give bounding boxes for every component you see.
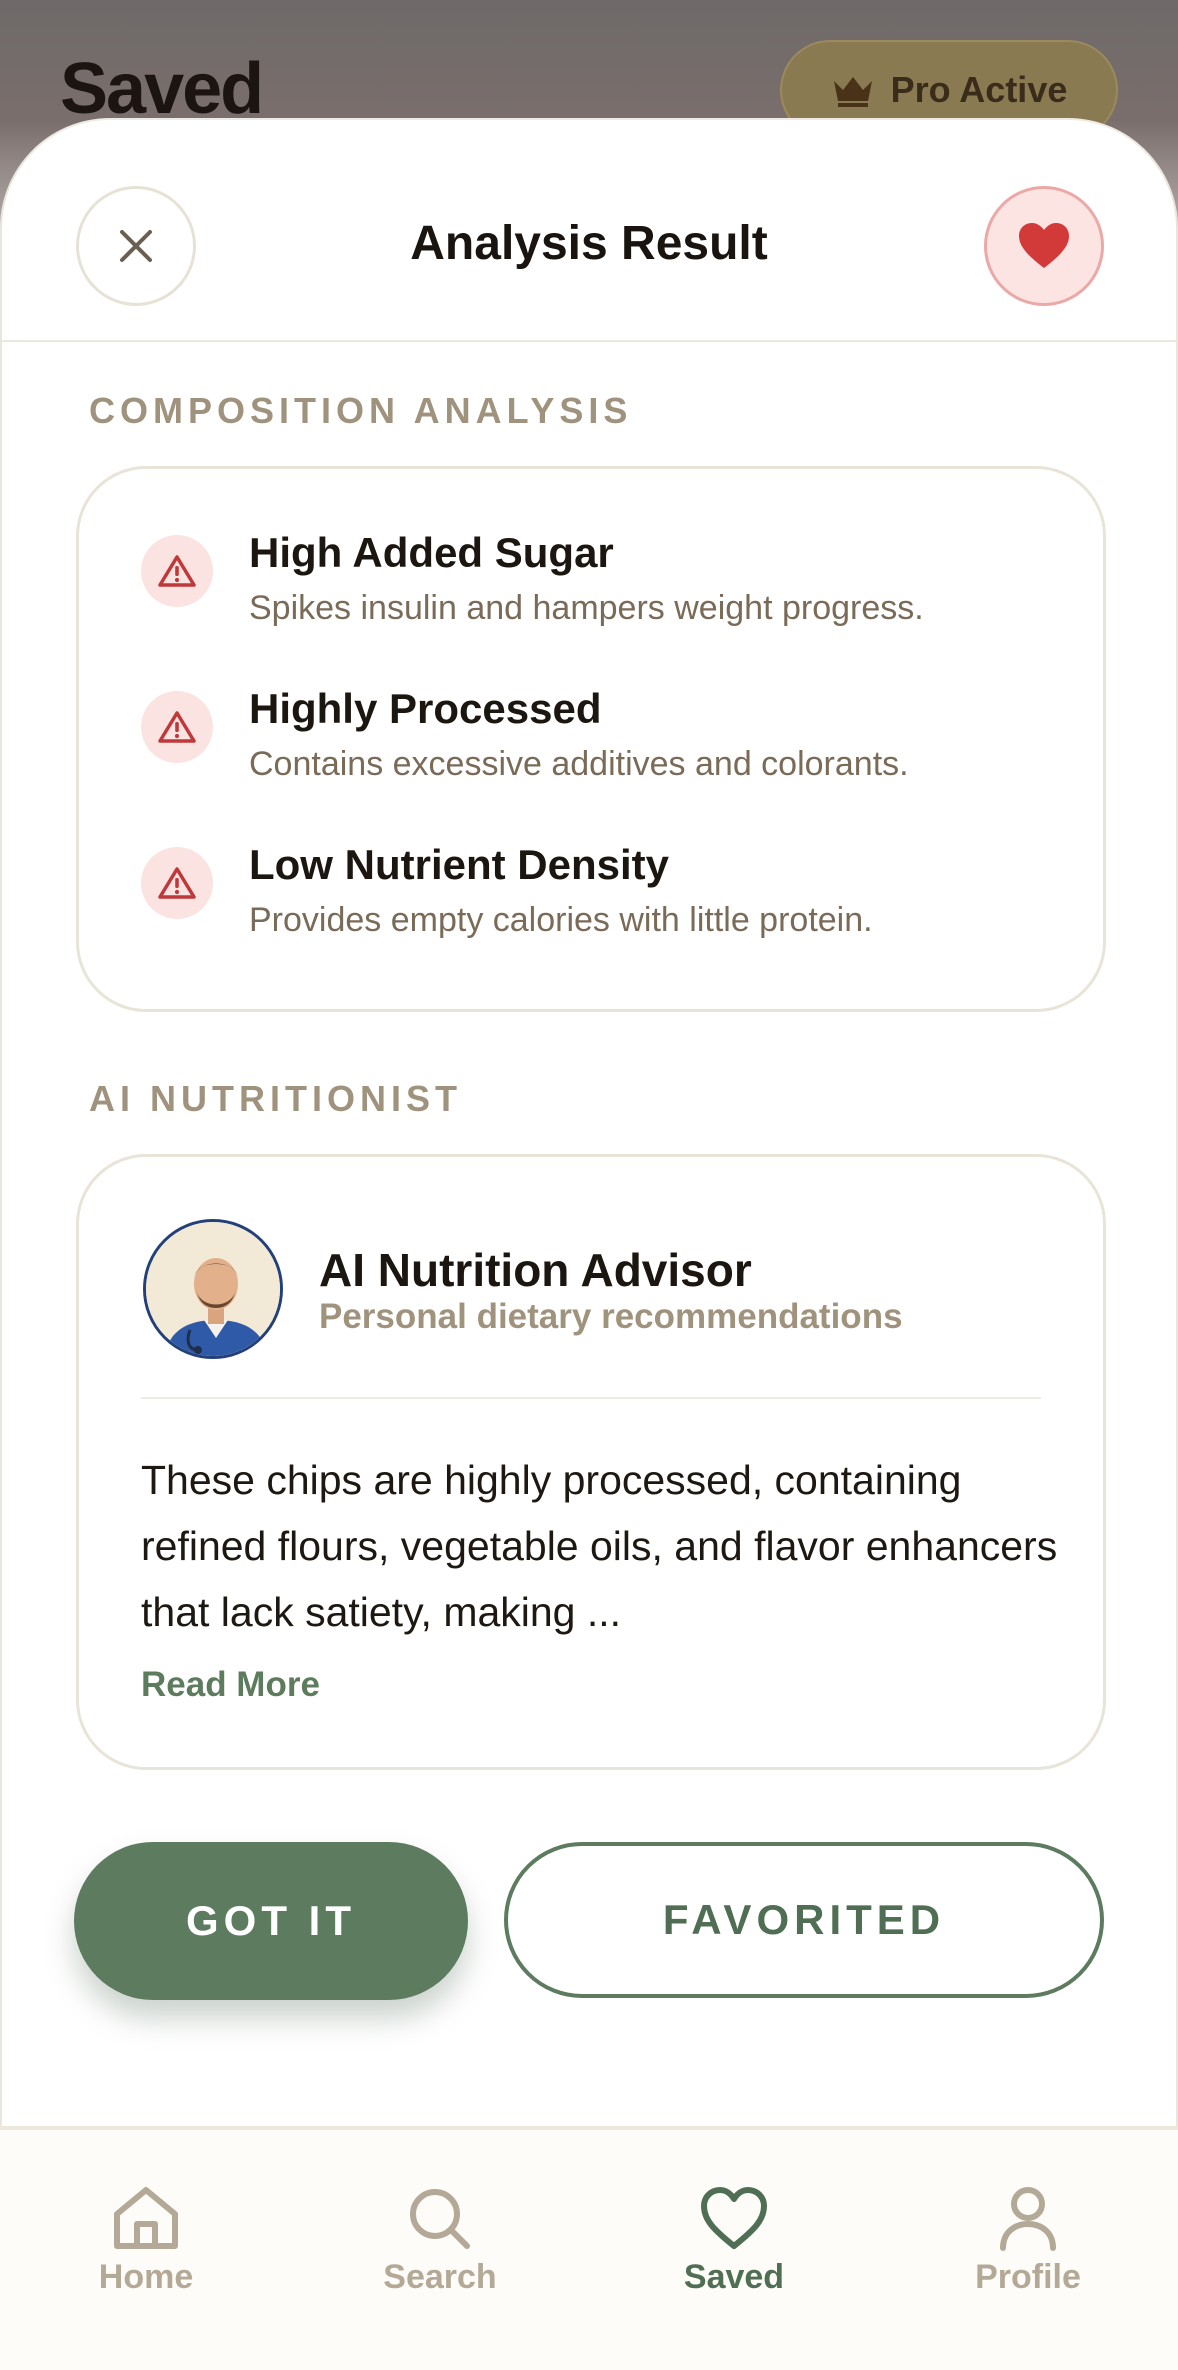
nav-label: Profile [975,2258,1081,2296]
issue-title: Highly Processed [249,685,602,732]
composition-section-label: COMPOSITION ANALYSIS [89,390,633,431]
warning-icon [141,691,213,763]
issue-title: High Added Sugar [249,529,614,576]
advisor-name: AI Nutrition Advisor [319,1244,752,1296]
pro-badge-label: Pro Active [890,69,1068,110]
issue-title: Low Nutrient Density [249,841,670,888]
nav-label: Saved [683,2258,785,2296]
issue-item: Highly Processed Contains excessive addi… [141,685,1061,811]
issue-item: High Added Sugar Spikes insulin and hamp… [141,529,1061,655]
sheet-header: Analysis Result [2,120,1176,342]
search-icon [410,2189,470,2249]
nutritionist-card: AI Nutrition Advisor Personal dietary re… [76,1154,1106,1770]
home-icon [114,2187,178,2249]
screen: Saved Pro Active Analysis Result COMPOSI… [0,0,1178,2370]
crown-icon [833,77,872,107]
advisor-message: These chips are highly processed, contai… [141,1457,1058,1635]
issue-description: Contains excessive additives and coloran… [249,745,909,783]
divider [141,1397,1041,1399]
favorite-toggle-button[interactable] [984,186,1104,306]
heart-icon [701,2187,767,2249]
advisor-subtitle: Personal dietary recommendations [319,1297,903,1336]
got-it-button[interactable]: GOT IT [74,1842,468,2000]
issue-description: Spikes insulin and hampers weight progre… [249,589,924,627]
user-icon [1000,2187,1056,2251]
nav-item-profile[interactable]: Profile [928,2156,1128,2316]
nav-label: Home [98,2258,194,2296]
nav-item-saved[interactable]: Saved [634,2156,834,2316]
nutritionist-section-label: AI NUTRITIONIST [89,1078,462,1119]
issue-item: Low Nutrient Density Provides empty calo… [141,841,1061,967]
nav-label: Search [383,2258,497,2296]
read-more-link[interactable]: Read More [141,1665,320,1705]
issue-description: Provides empty calories with little prot… [249,901,873,939]
analysis-sheet: Analysis Result COMPOSITION ANALYSIS Hig… [0,118,1178,2128]
warning-icon [141,847,213,919]
favorited-button[interactable]: FAVORITED [504,1842,1104,1998]
avatar [143,1219,283,1359]
warning-icon [141,535,213,607]
nav-item-home[interactable]: Home [46,2156,246,2316]
heart-icon [1019,223,1069,268]
composition-card: High Added Sugar Spikes insulin and hamp… [76,466,1106,1012]
nav-item-search[interactable]: Search [340,2156,540,2316]
